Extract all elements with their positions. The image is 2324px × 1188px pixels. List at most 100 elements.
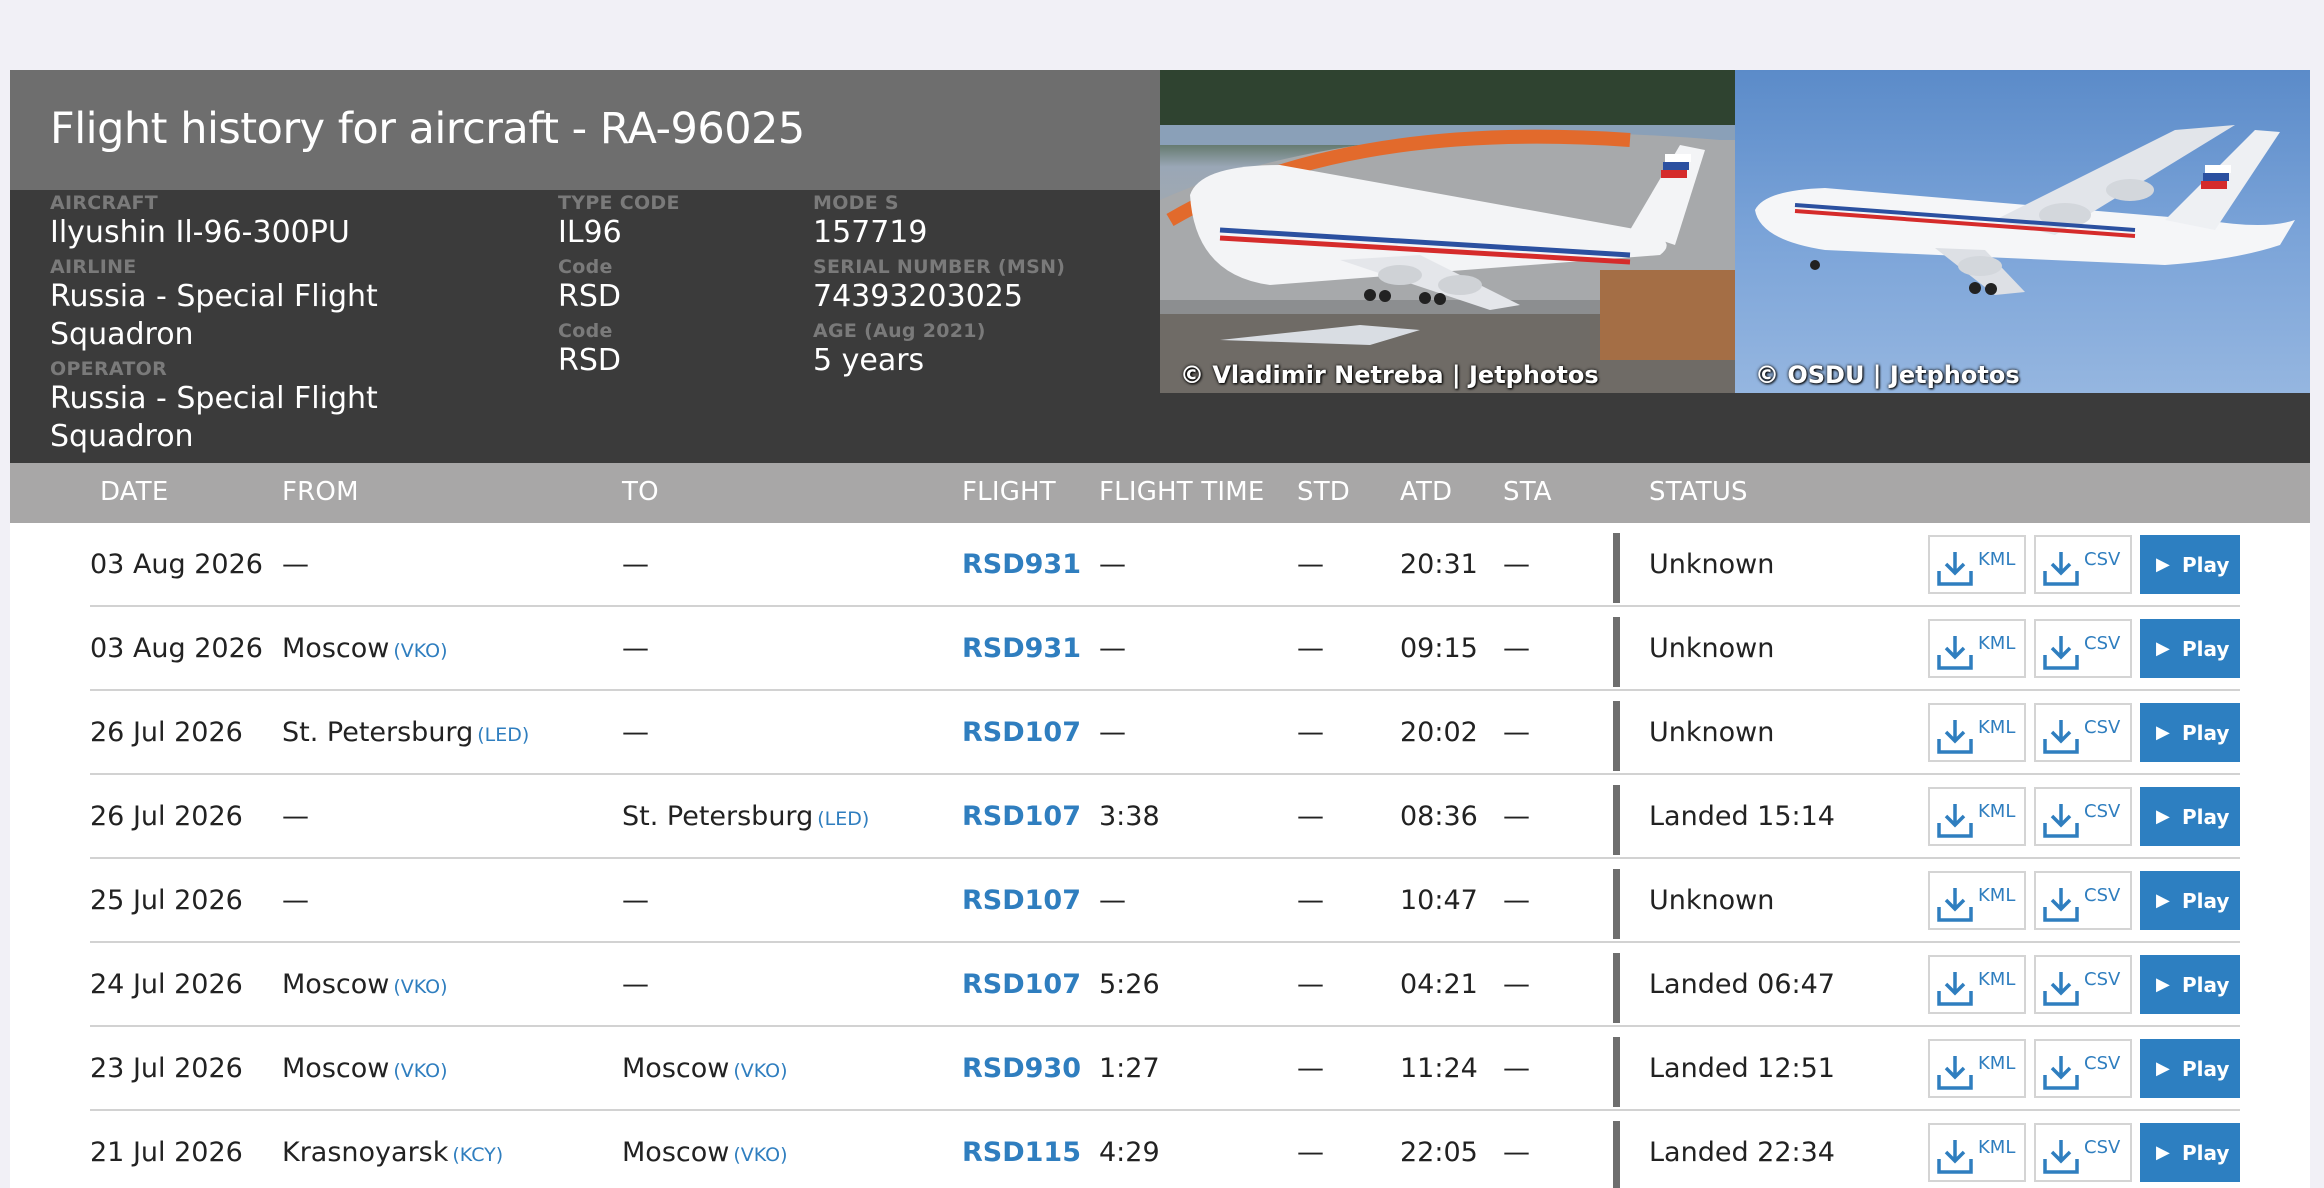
operator-value: Russia - Special Flight Squadron: [50, 381, 378, 454]
play-button[interactable]: ▶ Play: [2140, 1123, 2240, 1182]
from-city: —: [282, 885, 309, 916]
flight-number-link[interactable]: RSD930: [962, 1053, 1081, 1084]
download-csv-button[interactable]: CSV: [2034, 703, 2132, 762]
table-header: DATE FROM TO FLIGHT FLIGHT TIME STD ATD …: [10, 463, 2310, 523]
aircraft-photo-takeoff[interactable]: © Vladimir Netreba | Jetphotos: [1160, 70, 1735, 393]
download-csv-button[interactable]: CSV: [2034, 535, 2132, 594]
download-icon: [1937, 1140, 1973, 1174]
download-csv-button[interactable]: CSV: [2034, 619, 2132, 678]
download-icon: [2043, 720, 2079, 754]
play-button[interactable]: ▶ Play: [2140, 535, 2240, 594]
to-city: —: [622, 885, 649, 916]
play-label: Play: [2182, 889, 2230, 913]
download-csv-button[interactable]: CSV: [2034, 1039, 2132, 1098]
to-airport-code-link[interactable]: (VKO): [733, 1144, 787, 1166]
download-csv-button[interactable]: CSV: [2034, 871, 2132, 930]
serial-number-value: 74393203025: [813, 279, 1023, 314]
column-header-to[interactable]: TO: [622, 477, 659, 507]
download-icon: [2043, 1056, 2079, 1090]
download-csv-button[interactable]: CSV: [2034, 1123, 2132, 1182]
download-icon: [1937, 804, 1973, 838]
table-row: 25 Jul 2026 — — RSD107 — — 10:47 — Unkno…: [90, 859, 2240, 943]
cell-atd: 09:15: [1400, 633, 1478, 664]
download-kml-button[interactable]: KML: [1928, 787, 2026, 846]
cell-sta: —: [1503, 633, 1530, 664]
cell-std: —: [1297, 1137, 1324, 1168]
column-header-status[interactable]: STATUS: [1649, 477, 1748, 507]
from-city: St. Petersburg: [282, 717, 474, 748]
from-airport-code-link[interactable]: (VKO): [393, 976, 447, 998]
from-city: Moscow: [282, 969, 390, 1000]
download-csv-button[interactable]: CSV: [2034, 955, 2132, 1014]
status-divider: [1613, 785, 1620, 855]
cell-status: Unknown: [1649, 885, 1775, 916]
flight-number-link[interactable]: RSD107: [962, 801, 1081, 832]
column-header-atd[interactable]: ATD: [1400, 477, 1452, 507]
cell-flight-time: —: [1099, 633, 1126, 664]
cell-from: Moscow (VKO): [282, 969, 448, 1000]
play-button[interactable]: ▶ Play: [2140, 619, 2240, 678]
to-airport-code-link[interactable]: (LED): [817, 808, 869, 830]
from-city: —: [282, 549, 309, 580]
column-header-flight[interactable]: FLIGHT: [962, 477, 1056, 507]
cell-std: —: [1297, 633, 1324, 664]
status-divider: [1613, 1121, 1620, 1188]
column-header-from[interactable]: FROM: [282, 477, 359, 507]
flight-number-link[interactable]: RSD931: [962, 633, 1081, 664]
to-city: St. Petersburg: [622, 801, 814, 832]
download-kml-button[interactable]: KML: [1928, 1123, 2026, 1182]
status-divider: [1613, 1037, 1620, 1107]
play-button[interactable]: ▶ Play: [2140, 1039, 2240, 1098]
airline-label: AIRLINE: [50, 256, 137, 278]
play-icon: ▶: [2156, 974, 2170, 995]
play-button[interactable]: ▶ Play: [2140, 703, 2240, 762]
flight-number-link[interactable]: RSD107: [962, 717, 1081, 748]
download-kml-button[interactable]: KML: [1928, 703, 2026, 762]
flight-number-link[interactable]: RSD931: [962, 549, 1081, 580]
to-airport-code-link[interactable]: (VKO): [733, 1060, 787, 1082]
cell-std: —: [1297, 549, 1324, 580]
from-airport-code-link[interactable]: (VKO): [393, 1060, 447, 1082]
cell-atd: 11:24: [1400, 1053, 1478, 1084]
from-airport-code-link[interactable]: (KCY): [452, 1144, 503, 1166]
play-button[interactable]: ▶ Play: [2140, 787, 2240, 846]
play-icon: ▶: [2156, 806, 2170, 827]
table-row: 21 Jul 2026 Krasnoyarsk (KCY) Moscow (VKO)…: [90, 1111, 2240, 1188]
flight-number-link[interactable]: RSD107: [962, 969, 1081, 1000]
download-kml-button[interactable]: KML: [1928, 535, 2026, 594]
table-row: 26 Jul 2026 St. Petersburg (LED) — RSD107…: [90, 691, 2240, 775]
cell-flight-time: —: [1099, 717, 1126, 748]
play-button[interactable]: ▶ Play: [2140, 871, 2240, 930]
play-icon: ▶: [2156, 554, 2170, 575]
cell-sta: —: [1503, 717, 1530, 748]
to-city: —: [622, 717, 649, 748]
column-header-std[interactable]: STD: [1297, 477, 1350, 507]
play-button[interactable]: ▶ Play: [2140, 955, 2240, 1014]
download-kml-button[interactable]: KML: [1928, 871, 2026, 930]
cell-status: Landed 12:51: [1649, 1053, 1835, 1084]
download-kml-button[interactable]: KML: [1928, 619, 2026, 678]
kml-label: KML: [1978, 1053, 2016, 1074]
download-kml-button[interactable]: KML: [1928, 1039, 2026, 1098]
download-kml-button[interactable]: KML: [1928, 955, 2026, 1014]
download-icon: [1937, 720, 1973, 754]
flight-number-link[interactable]: RSD115: [962, 1137, 1081, 1168]
play-label: Play: [2182, 721, 2230, 745]
cell-to: —: [622, 717, 653, 748]
play-label: Play: [2182, 637, 2230, 661]
column-header-sta[interactable]: STA: [1503, 477, 1552, 507]
cell-date: 26 Jul 2026: [90, 717, 243, 748]
from-airport-code-link[interactable]: (VKO): [393, 640, 447, 662]
photo-credit: © Vladimir Netreba | Jetphotos: [1180, 361, 1599, 389]
download-csv-button[interactable]: CSV: [2034, 787, 2132, 846]
column-header-date[interactable]: DATE: [100, 477, 168, 507]
column-header-flight-time[interactable]: FLIGHT TIME: [1099, 477, 1265, 507]
cell-to: Moscow (VKO): [622, 1053, 788, 1084]
download-icon: [2043, 972, 2079, 1006]
serial-number-label: SERIAL NUMBER (MSN): [813, 256, 1066, 278]
aircraft-photo-flight[interactable]: © OSDU | Jetphotos: [1735, 70, 2310, 393]
status-divider: [1613, 701, 1620, 771]
flight-number-link[interactable]: RSD107: [962, 885, 1081, 916]
from-airport-code-link[interactable]: (LED): [477, 724, 529, 746]
cell-from: Moscow (VKO): [282, 1053, 448, 1084]
